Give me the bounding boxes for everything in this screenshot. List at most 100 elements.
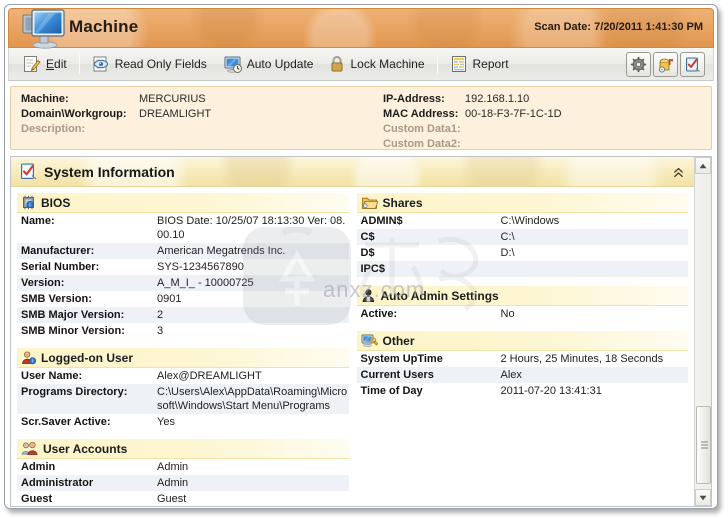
panel-shares: Shares ADMIN$ C:\Windows C$ C:\ D$ D:\ IPC$ [356,193,689,277]
panel-rows-logged-on-user: User Name: Alex@DREAMLIGHT Programs Direc… [17,368,349,430]
summary-key: Domain\Workgroup: [21,108,127,120]
summary-key: Custom Data2: [383,138,461,150]
panel-bios: i BIOS Name: BIOS Date: 10/25/07 18:13:30… [17,193,349,339]
summary-left-column: Machine: MERCURIUS Domain\Workgroup: DRE… [21,92,211,137]
application-root: Machine Scan Date: 7/20/2011 1:41:30 PM [0,0,728,518]
collapse-section-button[interactable] [670,164,686,180]
monitor-key-icon [361,334,378,347]
panel-header-logged-on-user: i Logged-on User [17,348,349,368]
machine-summary-panel: Machine: MERCURIUS Domain\Workgroup: DRE… [10,86,712,150]
clipboard-check-icon [21,163,37,180]
toolbar-separator [78,54,80,74]
scrollbar-thumb[interactable] [696,406,711,484]
panel-header-auto-admin-settings: Auto Admin Settings [356,286,688,306]
read-only-fields-button[interactable]: Read Only Fields [84,51,215,78]
row-value: C:\Users\Alex\AppData\Roaming\Microsoft\… [157,386,348,412]
scroll-down-button[interactable] [695,489,711,506]
row-key: D$ [360,247,375,259]
summary-row-custom1: Custom Data1: [383,122,562,137]
summary-key: IP-Address: [383,93,445,105]
panel-title: Auto Admin Settings [380,288,499,303]
row-value: 2 Hours, 25 Minutes, 18 Seconds [500,353,664,365]
row-key: SMB Major Version: [21,309,125,321]
mailbox-icon [659,58,673,72]
row-key: Serial Number: [21,261,100,273]
table-row: D$ D:\ [357,245,689,261]
right-column: Shares ADMIN$ C:\Windows C$ C:\ D$ D:\ IPC$ [356,193,689,506]
scroll-up-button[interactable] [695,157,711,174]
checklist-button[interactable] [680,51,705,77]
summary-right-column: IP-Address: 192.168.1.10 MAC Address: 00… [383,92,562,152]
summary-key: Description: [21,123,86,135]
summary-value: DREAMLIGHT [139,108,212,120]
panel-rows-other: System UpTime 2 Hours, 25 Minutes, 18 Sec… [356,351,688,399]
panel-auto-admin-settings: Auto Admin Settings Active: No [356,286,688,322]
row-key: Administrator [21,477,94,489]
row-key: SMB Minor Version: [21,325,125,337]
table-row: User Name: Alex@DREAMLIGHT [17,368,349,384]
row-key: Guest [21,493,53,505]
panel-other: Other System UpTime 2 Hours, 25 Minutes, … [356,331,688,399]
toolbar-right-group [626,51,707,77]
export-mailbox-button[interactable] [653,51,678,77]
row-key: Current Users [360,369,434,381]
monitor-clock-icon [224,56,242,73]
table-row: Programs Directory: C:\Users\Alex\AppData… [17,384,349,414]
scan-date: Scan Date: 7/20/2011 1:41:30 PM [534,21,703,33]
checklist-icon [686,57,700,72]
panel-header-shares: Shares [356,193,688,213]
row-value: American Megatrends Inc. [157,245,286,257]
row-value: 0901 [157,293,182,305]
table-row: ADMIN$ C:\Windows [357,213,689,229]
toolbar: Edit Read Only Fields Auto Update Lock M… [8,48,714,81]
window-title-bar: Machine Scan Date: 7/20/2011 1:41:30 PM [8,8,714,48]
edit-label-rest: dit [54,57,67,71]
settings-gear-button[interactable] [626,51,651,77]
panel-title: Other [382,333,415,348]
table-row: Current Users Alex [356,367,688,383]
panel-title: Logged-on User [41,350,133,365]
bios-chip-icon: i [23,195,34,210]
row-key: ADMIN$ [360,215,403,227]
row-value: BIOS Date: 10/25/07 18:13:30 Ver: 08.00.… [157,215,346,241]
table-row: IPC$ [356,261,688,277]
row-key: Scr.Saver Active: [21,416,111,428]
table-row: SMB Version: 0901 [17,291,349,307]
vertical-scrollbar[interactable] [694,157,711,506]
row-value: Alex [500,369,522,381]
scan-date-value: 7/20/2011 1:41:30 PM [594,21,703,33]
edit-pencil-icon [24,56,41,72]
row-value: 3 [157,325,164,337]
row-value: No [500,308,515,320]
row-value: A_M_I_ - 10000725 [157,277,254,289]
scan-date-label: Scan Date: [534,21,592,33]
row-value: 2011-07-20 13:41:31 [500,385,602,397]
svg-text:i: i [29,202,30,208]
content-inner: System Information i BIOS Name: BIOS Dat… [11,157,694,506]
row-value: C:\ [500,231,515,243]
row-value: 2 [157,309,164,321]
users-group-icon [21,441,38,455]
summary-key: Custom Data1: [383,123,461,135]
report-button[interactable]: Report [442,51,517,78]
summary-row-custom2: Custom Data2: [383,137,562,152]
summary-value: 00-18-F3-7F-1C-1D [465,108,562,120]
system-information-header[interactable]: System Information [11,157,694,187]
edit-button[interactable]: Edit [15,51,75,78]
row-value: Guest [157,493,187,505]
monitor-icon [22,9,65,49]
table-row: Manufacturer: American Megatrends Inc. [17,243,349,259]
summary-value: 192.168.1.10 [465,93,530,105]
panel-logged-on-user: i Logged-on User User Name: Alex@DREAMLIG… [17,348,349,430]
row-key: Manufacturer: [21,245,95,257]
table-row: C$ C:\ [356,229,688,245]
chevron-double-up-icon [673,167,683,177]
row-key: User Name: [21,370,83,382]
user-info-icon: i [22,351,36,365]
summary-row-domain: Domain\Workgroup: DREAMLIGHT [21,107,211,122]
lock-machine-button[interactable]: Lock Machine [321,51,432,78]
page-title: Machine [69,17,139,36]
row-key: SMB Version: [21,293,92,305]
summary-row-mac: MAC Address: 00-18-F3-7F-1C-1D [383,107,562,122]
auto-update-button[interactable]: Auto Update [215,51,322,78]
